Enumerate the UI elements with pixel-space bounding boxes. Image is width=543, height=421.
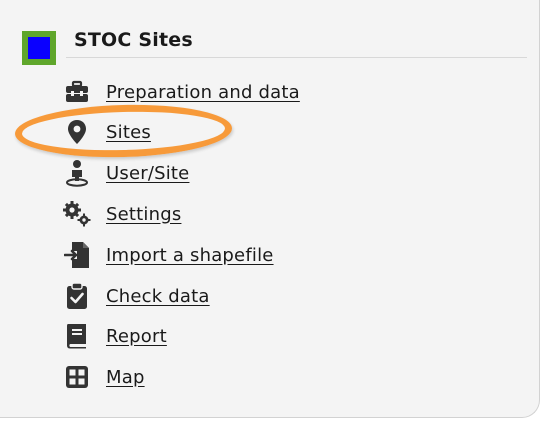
menu-item-label[interactable]: Check data (106, 286, 210, 307)
stoc-sites-panel: STOC Sites Preparation and data Sites Us… (0, 0, 540, 418)
menu-item-label[interactable]: User/Site (106, 163, 189, 184)
menu-item-label[interactable]: Import a shapefile (106, 245, 274, 266)
menu-item-label[interactable]: Report (106, 326, 167, 347)
menu-item-user-site[interactable]: User/Site (62, 158, 189, 188)
menu-item-check-data[interactable]: Check data (62, 281, 210, 311)
gears-icon (62, 199, 92, 229)
book-icon (62, 321, 92, 351)
panel-title: STOC Sites (74, 29, 193, 51)
menu-item-import-shapefile[interactable]: Import a shapefile (62, 240, 274, 270)
menu-item-label[interactable]: Sites (106, 122, 151, 143)
header-divider (66, 57, 527, 58)
color-swatch-fill (28, 37, 50, 59)
file-import-icon (62, 240, 92, 270)
menu-item-settings[interactable]: Settings (62, 199, 181, 229)
map-pin-icon (62, 117, 92, 147)
menu-item-label[interactable]: Settings (106, 204, 181, 225)
menu-item-label[interactable]: Map (106, 367, 145, 388)
user-location-icon (62, 158, 92, 188)
grid-icon (62, 362, 92, 392)
menu-item-label[interactable]: Preparation and data (106, 82, 300, 103)
toolbox-icon (62, 77, 92, 107)
menu-item-map[interactable]: Map (62, 362, 145, 392)
menu-item-report[interactable]: Report (62, 321, 167, 351)
color-swatch-icon (22, 31, 56, 65)
menu-item-sites[interactable]: Sites (62, 117, 151, 147)
clipboard-check-icon (62, 281, 92, 311)
menu-item-preparation-and-data[interactable]: Preparation and data (62, 77, 300, 107)
